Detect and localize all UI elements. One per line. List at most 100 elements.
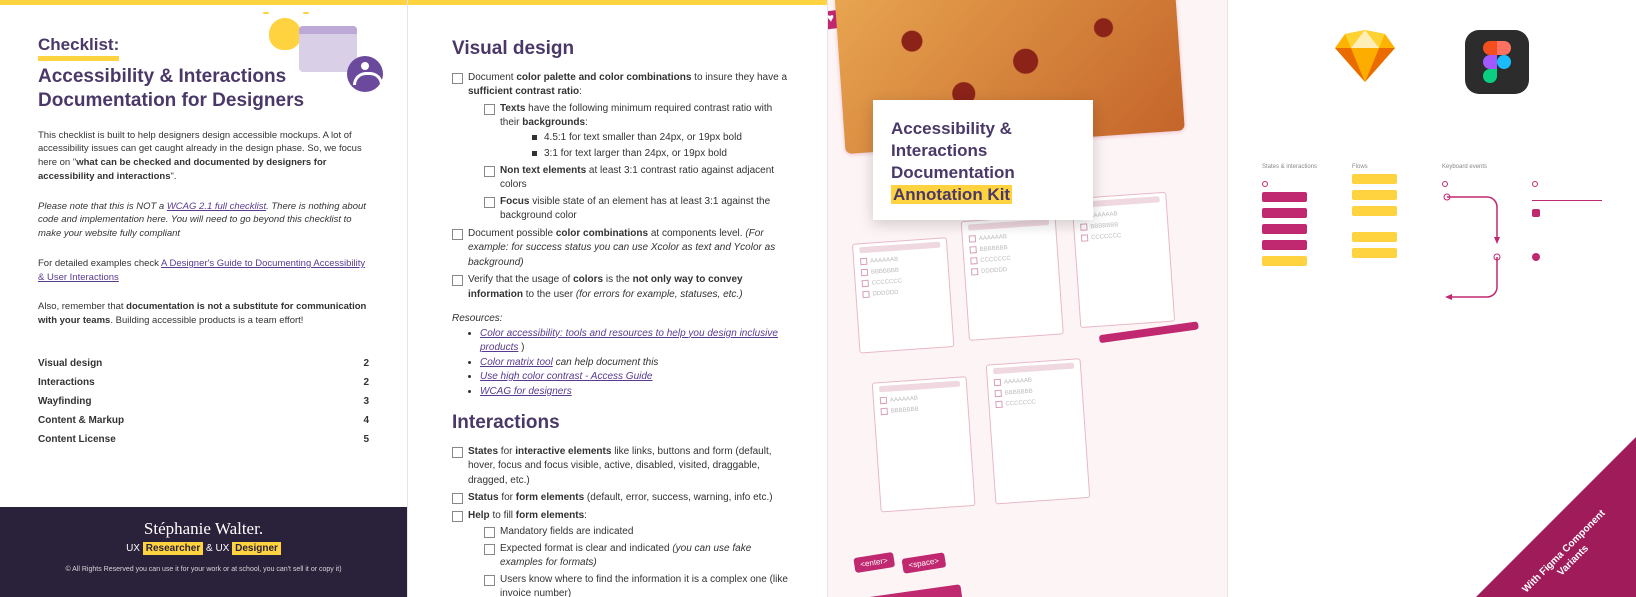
wireframe-card: AAAAAABBBBBBBBCCCCCCCDDDDDD — [852, 237, 954, 353]
col-title: States & interactions — [1262, 164, 1332, 170]
title-line: Accessibility & — [891, 118, 1075, 140]
checklist-label: Checklist: — [38, 35, 119, 61]
resource-link[interactable]: Color matrix tool — [480, 357, 553, 368]
annotation-pill — [1352, 190, 1397, 200]
checklist-subitem: Non text elements at least 3:1 contrast … — [484, 164, 793, 193]
checklist-subitem: Expected format is clear and indicated (… — [484, 542, 793, 571]
text: : — [579, 86, 582, 97]
reminder-paragraph: Also, remember that documentation is not… — [38, 300, 369, 328]
text-bold: backgrounds — [522, 117, 585, 128]
text-bold: colors — [573, 274, 603, 285]
text: to insure they have a — [691, 72, 787, 83]
resource-item: WCAG for designers — [480, 385, 793, 400]
checklist-item: States for interactive elements like lin… — [452, 445, 793, 489]
keyboard-tag-space: <space> — [901, 552, 946, 573]
title-highlight: Annotation Kit — [891, 185, 1012, 204]
resource-item: Color accessibility: tools and resources… — [480, 327, 793, 356]
annotation-components-grid: States & interactions Flows Keyboard eve… — [1248, 164, 1616, 312]
text: is the — [603, 274, 632, 285]
checklist-item: Help to fill form elements: Mandatory fi… — [452, 509, 793, 597]
intro-paragraph: This checklist is built to help designer… — [38, 129, 369, 184]
section-heading-interactions: Interactions — [452, 409, 793, 437]
bullet-item: 4.5:1 for text smaller than 24px, or 19p… — [532, 131, 793, 146]
table-of-contents: Visual design2 Interactions2 Wayfinding3… — [38, 354, 369, 449]
text: Please note that this is NOT a — [38, 201, 167, 212]
resource-link[interactable]: Color accessibility: tools and resources… — [480, 328, 778, 354]
text: for — [498, 446, 515, 457]
text: & UX — [203, 543, 229, 554]
author-name: Stéphanie Walter. — [0, 519, 407, 539]
examples-paragraph: For detailed examples check A Designer's… — [38, 257, 369, 285]
checklist-visual-design: Document color palette and color combina… — [452, 71, 793, 303]
annotation-pill — [1352, 232, 1397, 242]
annotation-column: Flows — [1352, 164, 1422, 312]
toc-page: 2 — [363, 377, 369, 388]
lightbulb-icon — [269, 18, 301, 50]
checklist-item: Verify that the usage of colors is the n… — [452, 273, 793, 302]
text: ) — [518, 342, 524, 353]
bullet-item: 3:1 for text larger than 24px, or 19px b… — [532, 147, 793, 162]
text: Verify that the usage of — [468, 274, 573, 285]
section-heading-visual-design: Visual design — [452, 35, 793, 63]
resource-link[interactable]: Use high color contrast - Access Guide — [480, 371, 652, 382]
annotation-pill — [1262, 240, 1307, 250]
note-paragraph: Please note that this is NOT a WCAG 2.1 … — [38, 200, 369, 241]
annotation-pill — [1262, 192, 1307, 202]
text: Document possible — [468, 228, 556, 239]
text-bold: what can be checked and documented by de… — [38, 157, 326, 182]
col-title: Flows — [1352, 164, 1422, 170]
text-bold: Texts — [500, 103, 525, 114]
connector-line — [1532, 200, 1602, 201]
toc-page: 5 — [363, 434, 369, 445]
checklist-content-page: Visual design Document color palette and… — [408, 0, 828, 597]
text: Also, remember that — [38, 301, 126, 312]
annotation-pill — [1262, 256, 1307, 266]
role-highlight: Designer — [232, 542, 281, 555]
annotation-pill — [1262, 208, 1307, 218]
text: visible state of an element has at least… — [500, 196, 770, 222]
toc-row: Content License 5 — [38, 430, 369, 449]
toc-page: 4 — [363, 415, 369, 426]
text: . Building accessible products is a team… — [110, 315, 303, 326]
text-italic: (for errors for example, statuses, etc.) — [576, 289, 743, 300]
text-bold: Non text elements — [500, 165, 586, 176]
resource-item: Color matrix tool can help document this — [480, 356, 793, 371]
col-title — [1532, 164, 1602, 170]
text: to fill — [490, 510, 516, 521]
illustration — [269, 18, 379, 88]
toc-row: Wayfinding3 — [38, 392, 369, 411]
checklist-subitem: Users know where to find the information… — [484, 573, 793, 597]
checklist-subitem: Texts have the following minimum require… — [484, 102, 793, 162]
checklist-cover-page: Checklist: Accessibility & Interactions … — [0, 0, 408, 597]
keyboard-tag-enter: <enter> — [853, 552, 894, 573]
footer: Stéphanie Walter. UX Researcher & UX Des… — [0, 507, 407, 597]
resource-link[interactable]: WCAG for designers — [480, 386, 572, 397]
accessibility-person-icon — [347, 56, 383, 92]
flow-curve — [1442, 192, 1512, 252]
toc-page: 3 — [363, 396, 369, 407]
text: : — [584, 510, 587, 521]
annotation-column: States & interactions — [1262, 164, 1332, 312]
wireframe-card: AAAAAABBBBBBBB — [872, 376, 976, 512]
figma-logo-icon — [1465, 30, 1529, 94]
annotation-pill — [1352, 174, 1397, 184]
text-bold: States — [468, 446, 498, 457]
resources-list: Color accessibility: tools and resources… — [452, 327, 793, 400]
checklist-item: Document color palette and color combina… — [452, 71, 793, 224]
checklist-subitem: Mandatory fields are indicated — [484, 525, 793, 540]
tool-logos — [1248, 30, 1616, 94]
annotation-kit-preview: Gluten Free Pan Pizza GLUTEN FREE MAIN D… — [828, 0, 1228, 597]
toc-label: Content License — [38, 434, 116, 445]
checklist-item: Status for form elements (default, error… — [452, 491, 793, 506]
col-title: Keyboard events — [1442, 164, 1512, 170]
copyright: © All Rights Reserved you can use it for… — [0, 566, 407, 573]
dot-icon — [1532, 181, 1538, 187]
annotation-column — [1532, 164, 1602, 312]
toc-row: Visual design2 — [38, 354, 369, 373]
wcag-link[interactable]: WCAG 2.1 full checklist — [167, 201, 266, 212]
author-role: UX Researcher & UX Designer — [0, 543, 407, 554]
text-bold: Status — [468, 492, 499, 503]
sketch-logo-icon — [1335, 30, 1395, 82]
annotation-pill — [1352, 248, 1397, 258]
annotation-pill — [1262, 224, 1307, 234]
